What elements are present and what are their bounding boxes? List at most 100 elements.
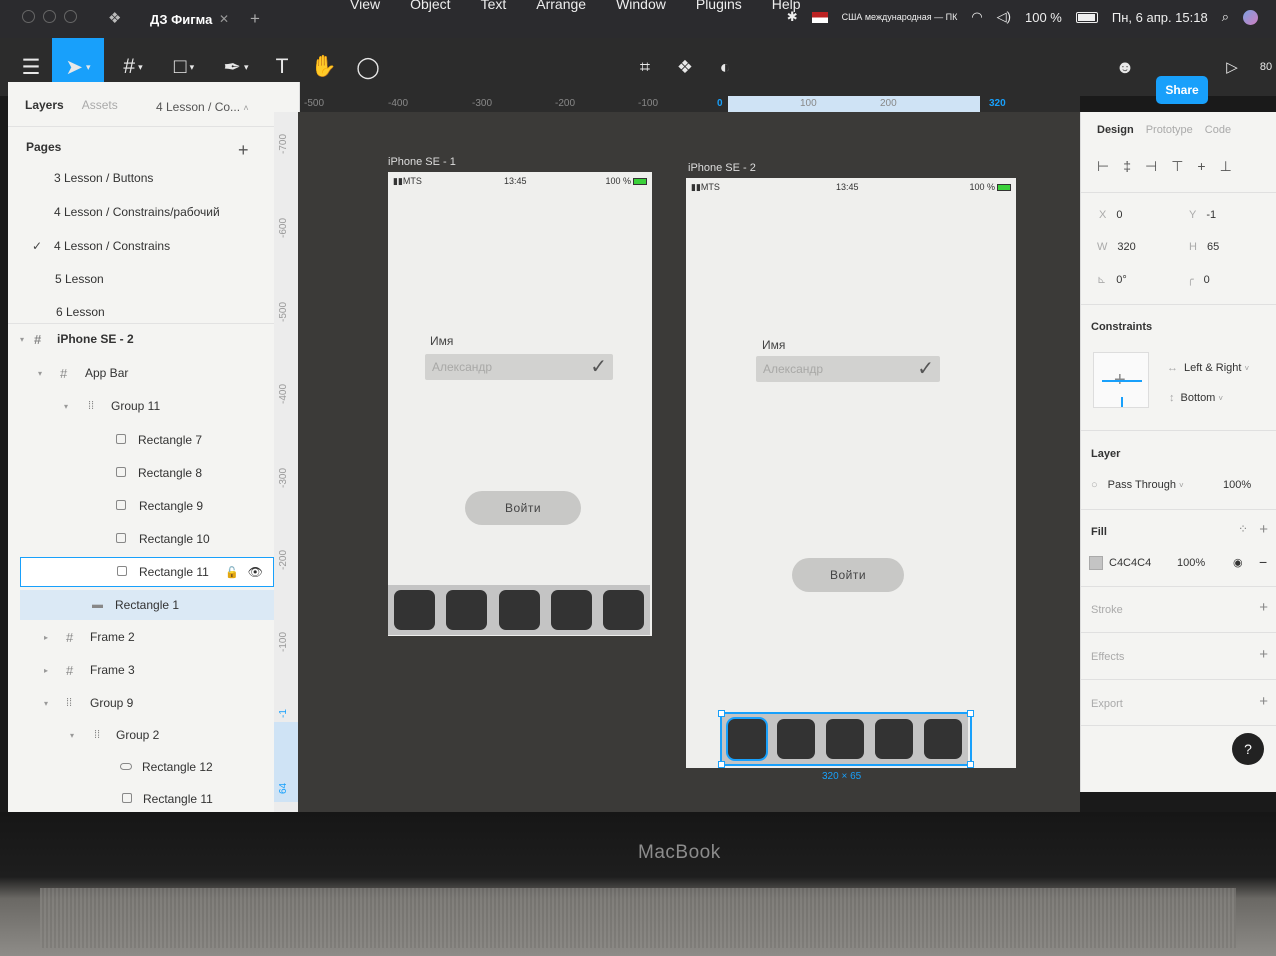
layer-row[interactable]: Rectangle 8 [8, 459, 276, 487]
layer-row[interactable]: ▸ # Frame 2 [8, 623, 276, 651]
app-bar[interactable] [388, 585, 650, 635]
align-right-icon[interactable]: ⊣ [1145, 158, 1157, 175]
siri-icon[interactable] [1243, 9, 1258, 25]
menu-plugins[interactable]: Plugins [696, 0, 742, 12]
x-field[interactable]: X0 [1099, 209, 1122, 221]
tab-tile[interactable] [550, 590, 592, 630]
menu-view[interactable]: View [350, 0, 380, 12]
iphone-se-1-frame[interactable]: ▮▮MTS 13:45 100 % Имя Александр ✓ Войти [388, 172, 652, 636]
canvas[interactable]: iPhone SE - 1 ▮▮MTS 13:45 100 % Имя Алек… [298, 112, 1080, 840]
page-item-active[interactable]: ✓ 4 Lesson / Constrains [8, 232, 276, 260]
spotlight-icon[interactable]: ⌕ [1222, 9, 1229, 25]
fill-opacity[interactable]: 100% [1177, 557, 1205, 569]
align-center-h-icon[interactable]: ‡ [1123, 158, 1131, 175]
components-tool[interactable]: ❖ [668, 38, 702, 96]
layer-row[interactable]: ▬ Rectangle 1 [20, 590, 278, 620]
add-effect-icon[interactable]: + [1259, 646, 1268, 663]
resize-handle[interactable] [967, 761, 974, 768]
tab-code[interactable]: Code [1205, 124, 1231, 136]
layer-row[interactable]: ▾ # iPhone SE - 2 [8, 325, 276, 353]
y-field[interactable]: Y -1 [1189, 209, 1216, 221]
name-input[interactable]: Александр ✓ [756, 356, 940, 382]
constraint-bottom[interactable] [1121, 397, 1123, 407]
close-window-button[interactable] [22, 10, 35, 23]
height-field[interactable]: H 65 [1189, 241, 1219, 253]
file-tab[interactable]: ДЗ Фигма [150, 12, 212, 27]
tab-assets[interactable]: Assets [82, 98, 118, 112]
tab-tile[interactable] [498, 590, 540, 630]
layer-row[interactable]: ▸ # Frame 3 [8, 656, 276, 684]
horizontal-constraint-select[interactable]: ↔ Left & Right ˅ [1167, 362, 1249, 374]
menu-window[interactable]: Window [616, 0, 666, 12]
eye-icon[interactable]: 👁 [248, 565, 263, 579]
frame-label[interactable]: iPhone SE - 1 [388, 156, 456, 168]
tab-prototype[interactable]: Prototype [1146, 124, 1193, 136]
window-controls[interactable] [22, 10, 77, 23]
hand-tool[interactable]: ✋ [306, 38, 342, 96]
login-button[interactable]: Войти [465, 491, 581, 525]
eye-icon[interactable]: ◉ [1233, 556, 1243, 569]
bluetooth-icon[interactable]: ✱ [787, 9, 798, 25]
page-selector[interactable]: 4 Lesson / Co... ˄ [156, 100, 249, 114]
add-export-icon[interactable]: + [1259, 693, 1268, 710]
layer-row[interactable]: Rectangle 10 [8, 525, 276, 553]
layer-row-selected[interactable]: Rectangle 11 🔓 👁 [20, 557, 274, 587]
tab-layers[interactable]: Layers [25, 98, 64, 112]
resize-handle[interactable] [967, 710, 974, 717]
resize-handle[interactable] [718, 710, 725, 717]
figma-icon[interactable]: ❖ [108, 9, 121, 27]
page-item[interactable]: 6 Lesson [8, 298, 276, 326]
resize-handle[interactable] [718, 761, 725, 768]
page-item[interactable]: 4 Lesson / Constrains/рабочий [8, 198, 276, 226]
add-fill-icon[interactable]: + [1259, 521, 1268, 538]
align-bottom-icon[interactable]: ⊥ [1220, 158, 1232, 175]
fill-swatch[interactable] [1089, 556, 1103, 570]
add-stroke-icon[interactable]: + [1259, 599, 1268, 616]
user-avatar[interactable]: ☻ [1108, 38, 1142, 96]
tab-design[interactable]: Design [1097, 124, 1134, 136]
layer-row[interactable]: Rectangle 12 [8, 753, 276, 781]
menu-arrange[interactable]: Arrange [536, 0, 586, 12]
blend-mode-select[interactable]: ○ Pass Through ˅ [1091, 479, 1184, 491]
minimize-window-button[interactable] [43, 10, 56, 23]
iphone-se-2-frame[interactable]: ▮▮MTS 13:45 100 % Имя Александр ✓ Войти [686, 178, 1016, 768]
tab-tile[interactable] [394, 590, 435, 630]
layer-row[interactable]: Rectangle 11 [8, 785, 276, 813]
add-page-icon[interactable]: + [238, 140, 249, 161]
layer-row[interactable]: Rectangle 9 [8, 492, 276, 520]
name-input[interactable]: Александр ✓ [425, 354, 613, 380]
radius-field[interactable]: ╭ 0 [1187, 273, 1210, 286]
menu-text[interactable]: Text [481, 0, 507, 12]
login-button[interactable]: Войти [792, 558, 904, 592]
layer-row[interactable]: ▾ ⁞⁞ Group 2 [8, 721, 276, 749]
rotation-field[interactable]: ⊾ 0° [1097, 273, 1127, 286]
align-center-v-icon[interactable]: + [1197, 158, 1205, 175]
menu-object[interactable]: Object [410, 0, 450, 12]
constraints-widget[interactable]: + [1093, 352, 1149, 408]
help-button[interactable]: ? [1232, 733, 1264, 765]
layer-row[interactable]: Rectangle 7 [8, 426, 276, 454]
width-field[interactable]: W 320 [1097, 241, 1136, 253]
layer-row[interactable]: ▾ ⁞⁞ Group 11 [8, 392, 276, 420]
layer-opacity[interactable]: 100% [1223, 479, 1251, 491]
align-left-icon[interactable]: ⊢ [1097, 158, 1109, 175]
comment-tool[interactable]: ◯ [350, 38, 386, 96]
page-item[interactable]: 3 Lesson / Buttons [8, 164, 276, 192]
zoom-window-button[interactable] [64, 10, 77, 23]
fill-hex[interactable]: C4C4C4 [1109, 557, 1151, 569]
new-tab-icon[interactable]: + [250, 9, 260, 29]
zoom-level[interactable]: 80 [1256, 38, 1276, 96]
constraint-left-right[interactable] [1102, 380, 1142, 382]
page-item[interactable]: 5 Lesson [8, 265, 276, 293]
mask-tool[interactable]: ◐ [708, 38, 742, 96]
layer-row[interactable]: ▾ # App Bar [8, 359, 276, 387]
align-top-icon[interactable]: ⊤ [1171, 158, 1183, 175]
lock-icon[interactable]: 🔓 [225, 566, 239, 579]
keyboard-layout[interactable]: США международная — ПК [842, 12, 958, 22]
layer-row[interactable]: ▾ ⁞⁞ Group 9 [8, 689, 276, 717]
volume-icon[interactable]: ◁) [997, 9, 1011, 25]
share-button[interactable]: Share [1156, 76, 1208, 104]
close-tab-icon[interactable]: ✕ [219, 12, 229, 26]
create-component-tool[interactable]: ⌗ [628, 38, 662, 96]
datetime[interactable]: Пн, 6 апр. 15:18 [1112, 10, 1208, 25]
